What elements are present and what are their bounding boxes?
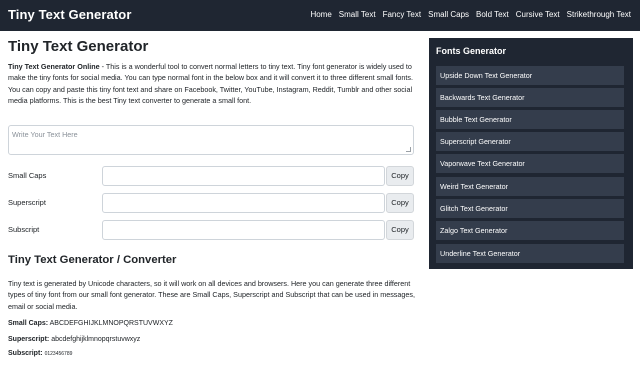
- top-navbar: Tiny Text Generator Home Small Text Fanc…: [0, 0, 640, 31]
- brand-logo-link[interactable]: Tiny Text Generator: [8, 7, 132, 22]
- example-small-caps: Small Caps: ABCDEFGHIJKLMNOPQRSTUVWXYZ: [8, 320, 173, 327]
- example-label: Superscript:: [8, 336, 50, 343]
- sidebar-title: Fonts Generator: [436, 46, 507, 56]
- sidebar-item-backwards[interactable]: Backwards Text Generator: [436, 88, 624, 107]
- intro-paragraph: Tiny Text Generator Online - This is a w…: [8, 61, 416, 106]
- nav-small-caps[interactable]: Small Caps: [428, 10, 469, 19]
- sidebar-item-underline[interactable]: Underline Text Generator: [436, 244, 624, 263]
- text-input[interactable]: Write Your Text Here: [8, 125, 414, 155]
- subscript-label: Subscript: [8, 225, 40, 234]
- section-paragraph: Tiny text is generated by Unicode charac…: [8, 279, 415, 311]
- page-title: Tiny Text Generator: [8, 38, 149, 55]
- nav-cursive-text[interactable]: Cursive Text: [516, 10, 560, 19]
- text-input-placeholder: Write Your Text Here: [12, 130, 78, 139]
- sidebar-item-bubble[interactable]: Bubble Text Generator: [436, 110, 624, 129]
- superscript-output[interactable]: [102, 193, 385, 213]
- nav-small-text[interactable]: Small Text: [339, 10, 376, 19]
- sidebar-item-glitch[interactable]: Glitch Text Generator: [436, 199, 624, 218]
- subscript-output[interactable]: [102, 220, 385, 240]
- main-content: Tiny Text Generator Tiny Text Generator …: [8, 38, 416, 357]
- subscript-row: Subscript Copy: [8, 220, 416, 240]
- nav-strikethrough-text[interactable]: Strikethrough Text: [567, 10, 631, 19]
- example-label: Small Caps:: [8, 320, 49, 327]
- intro-bold: Tiny Text Generator Online: [8, 62, 100, 71]
- fonts-generator-sidebar: Fonts Generator Upside Down Text Generat…: [429, 38, 633, 269]
- small-caps-label: Small Caps: [8, 171, 47, 180]
- sidebar-item-upside-down[interactable]: Upside Down Text Generator: [436, 66, 624, 85]
- small-caps-copy-button[interactable]: Copy: [386, 166, 414, 186]
- superscript-label: Superscript: [8, 198, 46, 207]
- subscript-copy-button[interactable]: Copy: [386, 220, 414, 240]
- small-caps-row: Small Caps Copy: [8, 166, 416, 186]
- nav-links: Home Small Text Fancy Text Small Caps Bo…: [310, 10, 631, 19]
- section-heading: Tiny Text Generator / Converter: [8, 254, 177, 266]
- superscript-copy-button[interactable]: Copy: [386, 193, 414, 213]
- example-label: Subscript:: [8, 350, 43, 357]
- superscript-row: Superscript Copy: [8, 193, 416, 213]
- sidebar-item-vaporwave[interactable]: Vaporwave Text Generator: [436, 154, 624, 173]
- small-caps-output[interactable]: [102, 166, 385, 186]
- sidebar-item-weird[interactable]: Weird Text Generator: [436, 177, 624, 196]
- resize-handle-icon[interactable]: [406, 147, 411, 152]
- example-value: abcdefghijklmnopqrstuvwxyz: [51, 336, 141, 343]
- example-value: 0123456789: [44, 351, 73, 357]
- sidebar-item-zalgo[interactable]: Zalgo Text Generator: [436, 221, 624, 240]
- example-subscript: Subscript: 0123456789: [8, 350, 72, 357]
- nav-home[interactable]: Home: [310, 10, 331, 19]
- nav-fancy-text[interactable]: Fancy Text: [383, 10, 422, 19]
- sidebar-item-superscript[interactable]: Superscript Generator: [436, 132, 624, 151]
- example-value: ABCDEFGHIJKLMNOPQRSTUVWXYZ: [49, 320, 173, 327]
- nav-bold-text[interactable]: Bold Text: [476, 10, 509, 19]
- example-superscript: Superscript: abcdefghijklmnopqrstuvwxyz: [8, 336, 140, 343]
